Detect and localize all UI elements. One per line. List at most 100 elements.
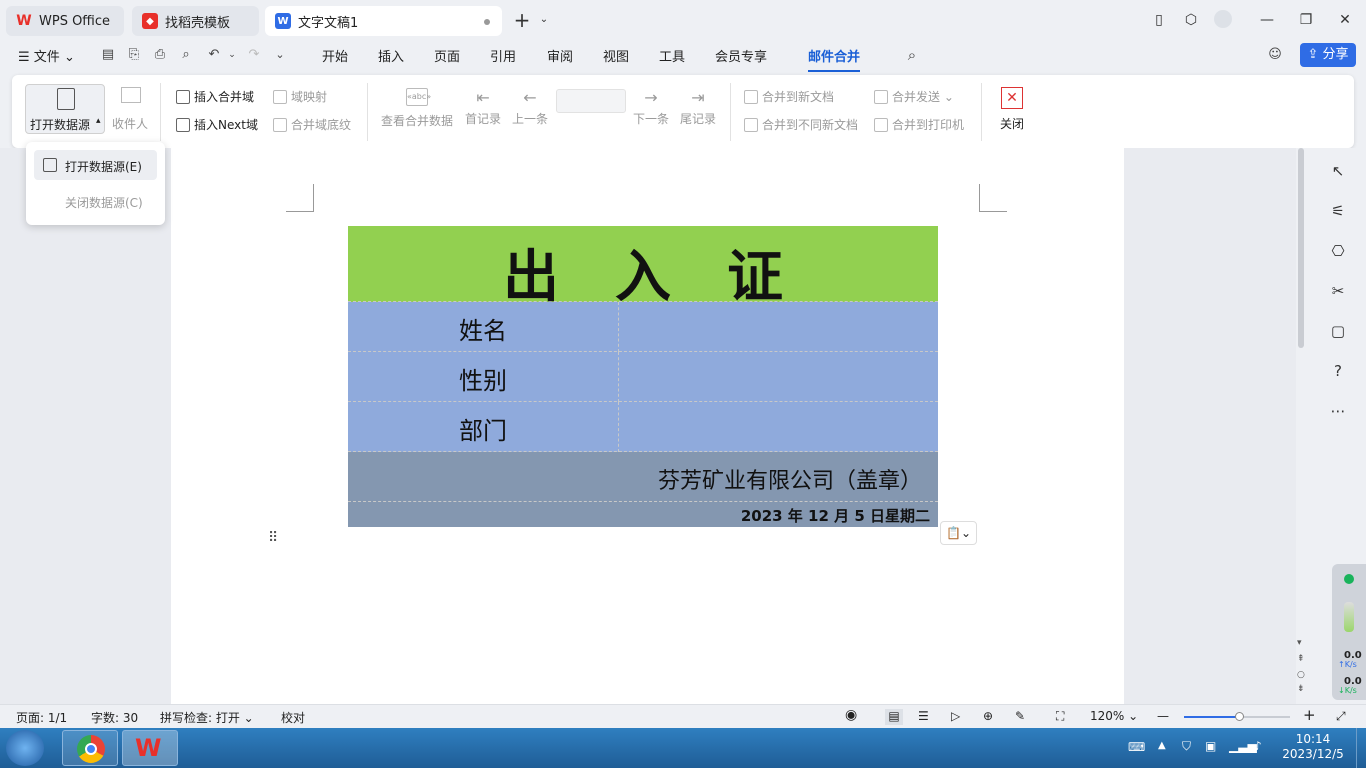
help-icon[interactable]: ?	[1329, 362, 1347, 380]
device-icon[interactable]: ▣	[1205, 739, 1216, 753]
tray-expand-icon[interactable]: ▲	[1158, 740, 1166, 751]
open-datasource-item[interactable]: 打开数据源(E)	[34, 150, 157, 180]
zoom-select[interactable]: 120% ⌄	[1090, 709, 1138, 723]
print-preview-icon[interactable]: ⌕	[178, 47, 194, 63]
select-browse-icon[interactable]: ○	[1297, 670, 1305, 680]
open-datasource-button[interactable]: 打开数据源 ▴	[25, 84, 105, 134]
network-signal-icon[interactable]: ▁▃▅	[1229, 739, 1257, 753]
paste-options-icon[interactable]: 📋⌄	[940, 521, 977, 545]
chrome-taskbar-button[interactable]	[62, 730, 118, 766]
page-count[interactable]: 页面: 1/1	[16, 709, 67, 726]
merge-to-diff-docs-button[interactable]: 合并到不同新文档	[744, 116, 858, 133]
more-icon[interactable]: ⋯	[1329, 402, 1347, 420]
fit-page-icon[interactable]: ⛶	[1056, 709, 1064, 724]
outline-view-icon[interactable]: ☰	[918, 709, 929, 723]
view-merged-data-button[interactable]: «abc» 查看合并数据	[381, 88, 453, 129]
chat-icon[interactable]: ☺	[1267, 47, 1283, 63]
menu-tools[interactable]: 工具	[659, 46, 685, 65]
cube-icon[interactable]: ⬡	[1181, 10, 1201, 30]
select-pointer-icon[interactable]: ↖	[1329, 162, 1347, 180]
menu-mail-merge[interactable]: 邮件合并	[808, 46, 861, 72]
prev-page-icon[interactable]: ⇞	[1297, 654, 1305, 664]
layout-icon[interactable]: ▯	[1149, 10, 1169, 30]
eye-protect-icon[interactable]: ◉	[845, 707, 857, 723]
print-icon[interactable]: ⎙	[152, 47, 168, 63]
zoom-slider[interactable]	[1184, 712, 1290, 721]
merge-field-shading-button[interactable]: 合并域底纹	[273, 116, 351, 133]
menu-start[interactable]: 开始	[322, 46, 348, 65]
pass-card-table[interactable]: 出 入 证 姓名 性别 部门 芬芳矿业有限公司（盖章） 2023 年 12 月 …	[348, 226, 938, 527]
scroll-down-icon[interactable]: ▾	[1297, 638, 1302, 648]
undo-icon[interactable]: ↶	[206, 47, 222, 63]
page-view-icon[interactable]: ▤	[885, 709, 903, 725]
file-menu[interactable]: ☰ 文件 ⌄	[18, 46, 75, 65]
record-number-input[interactable]	[556, 89, 626, 113]
search-icon[interactable]: ⌕	[904, 47, 920, 63]
open-datasource-label: 打开数据源	[30, 118, 91, 132]
wps-taskbar-button[interactable]: W	[122, 730, 178, 766]
zoom-slider-thumb[interactable]	[1235, 712, 1244, 721]
start-button[interactable]	[6, 730, 44, 766]
insert-merge-field-button[interactable]: 插入合并域	[176, 88, 254, 105]
save-icon[interactable]: ▤	[100, 47, 116, 63]
zoom-level: 120%	[1090, 709, 1125, 723]
menu-reference[interactable]: 引用	[490, 46, 516, 65]
next-field-icon	[176, 118, 190, 132]
tab-wps-office[interactable]: W WPS Office	[6, 6, 124, 36]
close-datasource-item[interactable]: 关闭数据源(C)	[65, 194, 143, 211]
format-icon[interactable]: ⎔	[1329, 242, 1347, 260]
tools-icon[interactable]: ✂	[1329, 282, 1347, 300]
menu-member[interactable]: 会员专享	[715, 46, 767, 65]
volume-icon[interactable]: ♪	[1254, 739, 1262, 753]
next-page-icon[interactable]: ⇟	[1297, 684, 1305, 694]
security-shield-icon[interactable]: ⛉	[1182, 739, 1191, 754]
drag-handle-icon[interactable]: ⠿	[268, 530, 278, 546]
merge-to-printer-button[interactable]: 合并到打印机	[874, 116, 964, 133]
field-mapping-button[interactable]: 域映射	[273, 88, 327, 105]
export-pdf-icon[interactable]: ⎘	[126, 47, 142, 63]
share-button[interactable]: ⇪ 分享	[1300, 43, 1356, 67]
tab-list-chevron-icon[interactable]: ⌄	[534, 10, 554, 30]
last-record-button[interactable]: ⇥ 尾记录	[679, 88, 717, 127]
recipients-button[interactable]: 收件人	[112, 87, 148, 137]
more-quick-icon[interactable]: ⌄	[272, 47, 288, 63]
merge-send-button[interactable]: 合并发送 ⌄	[874, 88, 954, 105]
send-icon	[874, 90, 888, 104]
new-tab-icon[interactable]: +	[512, 10, 532, 30]
scroll-thumb[interactable]	[1298, 148, 1304, 348]
redo-icon[interactable]: ↷	[246, 47, 262, 63]
play-icon[interactable]: ▷	[951, 709, 960, 723]
merge-to-new-doc-button[interactable]: 合并到新文档	[744, 88, 834, 105]
word-count[interactable]: 字数: 30	[91, 709, 138, 726]
pen-icon[interactable]: ✎	[1015, 709, 1025, 723]
tab-docer[interactable]: ◆ 找稻壳模板	[132, 6, 259, 36]
show-desktop-button[interactable]	[1356, 728, 1366, 768]
adjust-icon[interactable]: ⚟	[1329, 202, 1347, 220]
spell-check-toggle[interactable]: 拼写检查: 打开 ⌄	[160, 709, 254, 726]
prev-record-button[interactable]: ← 上一条	[511, 88, 549, 127]
tab-document[interactable]: W 文字文稿1	[265, 6, 502, 36]
menu-insert[interactable]: 插入	[378, 46, 404, 65]
minimize-icon[interactable]: —	[1257, 10, 1277, 30]
menu-view[interactable]: 视图	[603, 46, 629, 65]
zoom-in-icon[interactable]: +	[1303, 706, 1316, 724]
title-row: 出 入 证	[348, 226, 938, 310]
web-view-icon[interactable]: ⊕	[983, 709, 993, 723]
menu-review[interactable]: 审阅	[547, 46, 573, 65]
close-mail-merge-button[interactable]: ✕ 关闭	[994, 87, 1030, 137]
clock[interactable]: 10:14 2023/12/5	[1282, 732, 1344, 762]
undo-dropdown-icon[interactable]: ⌄	[224, 47, 240, 63]
menu-page[interactable]: 页面	[434, 46, 460, 65]
insert-next-field-button[interactable]: 插入Next域	[176, 116, 258, 133]
zoom-out-icon[interactable]: —	[1157, 709, 1169, 723]
avatar-icon[interactable]	[1213, 10, 1233, 30]
fullscreen-icon[interactable]: ⤢	[1336, 709, 1346, 724]
keyboard-icon[interactable]: ⌨	[1128, 740, 1145, 754]
next-record-button[interactable]: → 下一条	[632, 88, 670, 127]
restore-icon[interactable]: ❐	[1296, 10, 1316, 30]
proofread-button[interactable]: 校对	[281, 709, 305, 726]
first-record-button[interactable]: ⇤ 首记录	[464, 88, 502, 127]
vertical-scrollbar[interactable]: ▾ ⇞ ○ ⇟	[1296, 148, 1310, 704]
read-icon[interactable]: ▢	[1329, 322, 1347, 340]
close-window-icon[interactable]: ✕	[1335, 10, 1355, 30]
